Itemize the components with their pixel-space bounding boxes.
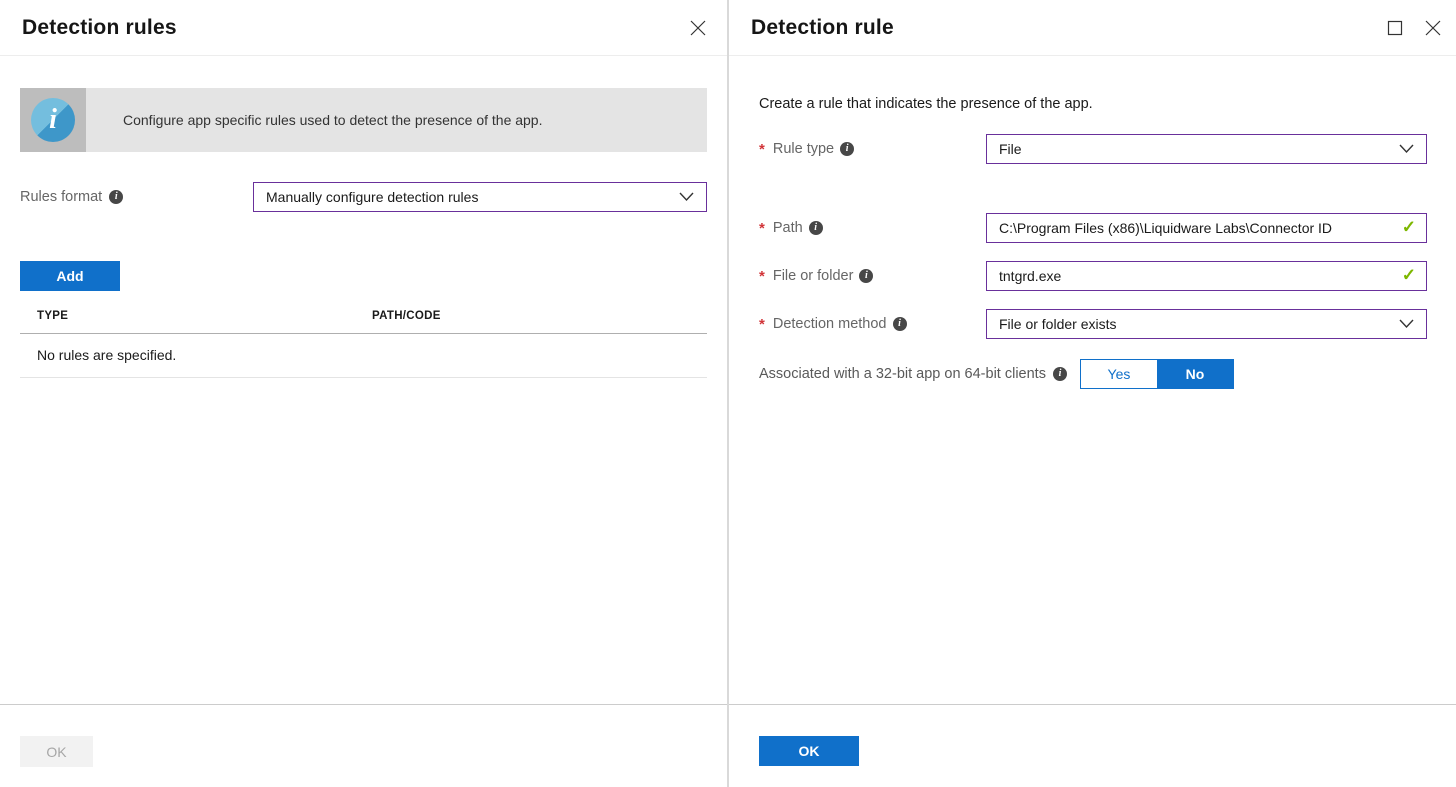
- detection-rules-body: i Configure app specific rules used to d…: [0, 56, 727, 704]
- required-asterisk: *: [759, 220, 765, 237]
- detection-rule-header: Detection rule: [729, 0, 1456, 56]
- detection-rule-panel: Detection rule Create a rule that indica…: [727, 0, 1456, 787]
- detection-method-select[interactable]: File or folder exists: [986, 309, 1427, 339]
- associated-32bit-row: Associated with a 32-bit app on 64-bit c…: [759, 359, 1427, 389]
- chevron-down-icon: [1399, 141, 1414, 157]
- info-tooltip-icon[interactable]: i: [859, 269, 873, 283]
- column-header-type[interactable]: TYPE: [20, 310, 372, 322]
- detection-method-label: * Detection method i: [759, 316, 986, 333]
- detection-rule-footer: OK: [729, 704, 1456, 787]
- rules-format-label-text: Rules format: [20, 189, 102, 205]
- path-label-text: Path: [773, 220, 803, 236]
- add-rule-button[interactable]: Add: [20, 261, 120, 291]
- required-asterisk: *: [759, 141, 765, 158]
- rule-type-label-text: Rule type: [773, 141, 834, 157]
- associated-32bit-toggle: Yes No: [1080, 359, 1234, 389]
- info-tooltip-icon[interactable]: i: [109, 190, 123, 204]
- info-tooltip-icon[interactable]: i: [809, 221, 823, 235]
- path-label: * Path i: [759, 220, 986, 237]
- blade-description: Create a rule that indicates the presenc…: [759, 96, 1427, 112]
- column-header-path-code[interactable]: PATH/CODE: [372, 310, 707, 322]
- header-icons: [689, 19, 707, 37]
- info-banner-icon-cell: i: [20, 88, 86, 152]
- info-tooltip-icon[interactable]: i: [840, 142, 854, 156]
- detection-rules-footer: OK: [0, 704, 727, 787]
- info-banner-text: Configure app specific rules used to det…: [86, 88, 707, 152]
- required-asterisk: *: [759, 316, 765, 333]
- info-tooltip-icon[interactable]: i: [893, 317, 907, 331]
- close-icon[interactable]: [1424, 19, 1442, 37]
- detection-rules-panel: Detection rules i Configure app specific…: [0, 0, 727, 787]
- info-banner: i Configure app specific rules used to d…: [20, 88, 707, 152]
- chevron-down-icon: [679, 189, 694, 205]
- info-icon: i: [31, 98, 75, 142]
- rules-format-selected-value: Manually configure detection rules: [266, 189, 478, 205]
- rule-type-select[interactable]: File: [986, 134, 1427, 164]
- toggle-no-option[interactable]: No: [1157, 360, 1233, 388]
- detection-method-control: File or folder exists: [986, 309, 1427, 339]
- file-or-folder-row: * File or folder i ✓: [759, 261, 1427, 291]
- detection-rule-body: Create a rule that indicates the presenc…: [729, 56, 1456, 704]
- header-icons: [1386, 19, 1442, 37]
- toggle-yes-option[interactable]: Yes: [1081, 360, 1157, 388]
- page-title: Detection rules: [22, 16, 177, 40]
- ok-button-disabled[interactable]: OK: [20, 736, 93, 767]
- file-or-folder-label: * File or folder i: [759, 268, 986, 285]
- rule-type-control: File: [986, 134, 1427, 164]
- detection-method-label-text: Detection method: [773, 316, 887, 332]
- rule-type-selected-value: File: [999, 141, 1022, 157]
- file-or-folder-input[interactable]: [986, 261, 1427, 291]
- maximize-icon[interactable]: [1386, 19, 1404, 37]
- rules-format-label: Rules format i: [20, 189, 253, 205]
- rule-type-label: * Rule type i: [759, 141, 986, 158]
- rule-type-row: * Rule type i File: [759, 134, 1427, 164]
- ok-button[interactable]: OK: [759, 736, 859, 766]
- file-or-folder-control: ✓: [986, 261, 1427, 291]
- path-row: * Path i ✓: [759, 213, 1427, 243]
- rules-format-select[interactable]: Manually configure detection rules: [253, 182, 707, 212]
- detection-method-row: * Detection method i File or folder exis…: [759, 309, 1427, 339]
- close-icon[interactable]: [689, 19, 707, 37]
- associated-32bit-label: Associated with a 32-bit app on 64-bit c…: [759, 366, 1067, 382]
- info-tooltip-icon[interactable]: i: [1053, 367, 1067, 381]
- blade-title: Detection rule: [751, 16, 894, 40]
- detection-method-selected-value: File or folder exists: [999, 316, 1116, 332]
- path-input[interactable]: [986, 213, 1427, 243]
- file-or-folder-label-text: File or folder: [773, 268, 854, 284]
- required-asterisk: *: [759, 268, 765, 285]
- path-control: ✓: [986, 213, 1427, 243]
- rules-table-header: TYPE PATH/CODE: [20, 310, 707, 334]
- detection-rules-header: Detection rules: [0, 0, 727, 56]
- empty-rules-message: No rules are specified.: [20, 334, 707, 378]
- rules-format-row: Rules format i Manually configure detect…: [20, 182, 707, 212]
- associated-32bit-label-text: Associated with a 32-bit app on 64-bit c…: [759, 366, 1046, 382]
- chevron-down-icon: [1399, 316, 1414, 332]
